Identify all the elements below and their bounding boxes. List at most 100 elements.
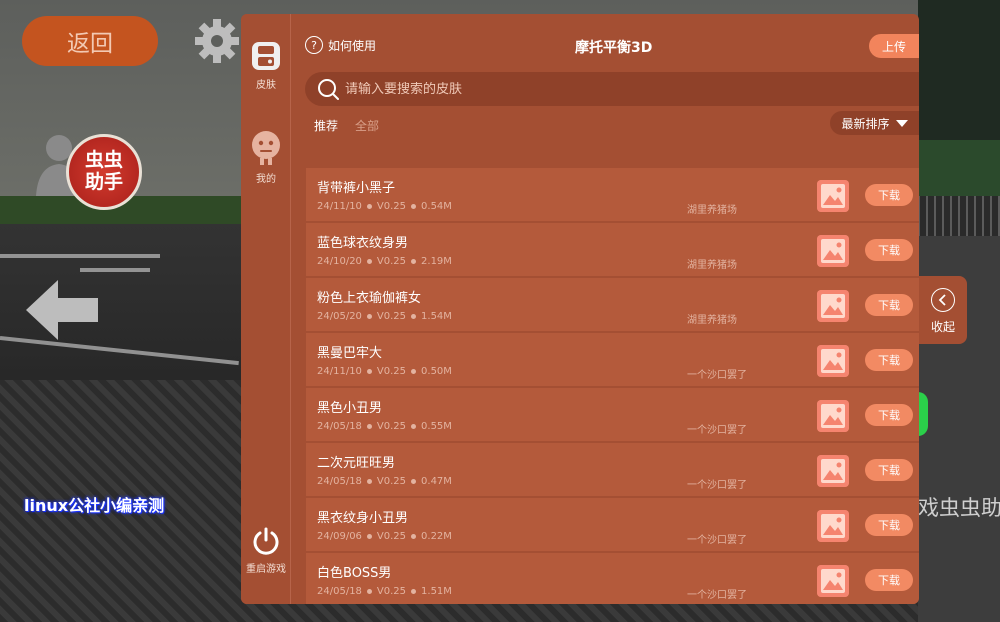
skin-date: 24/11/10 <box>317 366 362 377</box>
watermark-text: linux公社小编亲测 <box>24 496 165 515</box>
download-button[interactable]: 下载 <box>865 349 913 371</box>
background-partial-text: 戏虫虫助 <box>918 496 1000 520</box>
separator-dot <box>366 589 372 594</box>
skin-size: 2.19M <box>421 256 452 267</box>
nav-restart[interactable]: 重启游戏 <box>241 526 291 575</box>
separator-dot <box>411 424 417 429</box>
download-button[interactable]: 下载 <box>865 514 913 536</box>
skin-version: V0.25 <box>376 201 407 212</box>
image-icon[interactable] <box>817 290 849 322</box>
image-icon[interactable] <box>817 345 849 377</box>
separator-dot <box>411 589 417 594</box>
logo-line-2: 助手 <box>84 171 123 193</box>
skin-panel: 皮肤 我的 重启游戏 ? 如何使用 摩托平衡3D 上传 请输入要搜索的皮肤 推荐… <box>241 14 919 604</box>
skin-name: 二次元旺旺男 <box>317 456 396 471</box>
search-bar[interactable] <box>305 72 919 106</box>
image-icon[interactable] <box>817 400 849 432</box>
separator-dot <box>366 204 372 209</box>
skin-version: V0.25 <box>376 586 407 597</box>
search-input[interactable] <box>345 81 865 97</box>
download-button[interactable]: 下载 <box>865 239 913 261</box>
help-link[interactable]: ? 如何使用 <box>305 36 376 54</box>
nav-mine-label: 我的 <box>256 174 276 185</box>
skin-date: 24/05/18 <box>317 476 362 487</box>
list-item[interactable]: 蓝色球衣纹身男 24/10/20 V0.25 2.19M 湖里养猪场 下载 <box>306 223 919 276</box>
download-button[interactable]: 下载 <box>865 294 913 316</box>
skin-meta: 24/05/18 V0.25 0.47M <box>317 476 452 487</box>
image-icon[interactable] <box>817 510 849 542</box>
skin-author: 一个沙口罢了 <box>687 425 747 436</box>
skin-author: 一个沙口罢了 <box>687 590 747 601</box>
search-icon <box>318 79 339 100</box>
logo-line-1: 虫虫 <box>84 149 123 171</box>
separator-dot <box>411 369 417 374</box>
skin-version: V0.25 <box>376 311 407 322</box>
skin-meta: 24/05/20 V0.25 1.54M <box>317 311 452 322</box>
separator-dot <box>366 424 372 429</box>
sort-dropdown[interactable]: 最新排序 <box>830 111 919 135</box>
download-button[interactable]: 下载 <box>865 184 913 206</box>
skin-author: 湖里养猪场 <box>687 315 737 326</box>
skin-name: 蓝色球衣纹身男 <box>317 236 409 251</box>
download-button[interactable]: 下载 <box>865 404 913 426</box>
nav-skin-label: 皮肤 <box>256 80 276 91</box>
list-item[interactable]: 粉色上衣瑜伽裤女 24/05/20 V0.25 1.54M 湖里养猪场 下载 <box>306 278 919 331</box>
list-item[interactable]: 白色BOSS男 24/05/18 V0.25 1.51M 一个沙口罢了 下载 <box>306 553 919 604</box>
download-button[interactable]: 下载 <box>865 569 913 591</box>
nav-mine[interactable]: 我的 <box>241 130 291 185</box>
sort-label: 最新排序 <box>841 116 890 131</box>
list-item[interactable]: 背带裤小黑子 24/11/10 V0.25 0.54M 湖里养猪场 下载 <box>306 168 919 221</box>
road-line <box>0 254 160 258</box>
power-icon <box>253 527 279 555</box>
back-button[interactable]: 返回 <box>22 16 158 66</box>
skin-size: 0.54M <box>421 201 452 212</box>
image-icon[interactable] <box>817 455 849 487</box>
collapse-button[interactable]: 收起 <box>919 276 967 344</box>
skin-size: 1.51M <box>421 586 452 597</box>
skin-meta: 24/11/10 V0.25 0.50M <box>317 366 452 377</box>
list-item[interactable]: 二次元旺旺男 24/05/18 V0.25 0.47M 一个沙口罢了 下载 <box>306 443 919 496</box>
face-icon <box>252 131 280 165</box>
chongchong-logo[interactable]: 虫虫 助手 <box>66 134 142 210</box>
list-item[interactable]: 黑色小丑男 24/05/18 V0.25 0.55M 一个沙口罢了 下载 <box>306 388 919 441</box>
skin-meta: 24/10/20 V0.25 2.19M <box>317 256 452 267</box>
gear-icon[interactable] <box>192 16 242 66</box>
skin-author: 湖里养猪场 <box>687 260 737 271</box>
image-icon[interactable] <box>817 565 849 597</box>
skin-size: 0.22M <box>421 531 452 542</box>
panel-header: ? 如何使用 摩托平衡3D 上传 <box>305 34 919 58</box>
help-label: 如何使用 <box>328 38 377 53</box>
skin-name: 白色BOSS男 <box>317 566 392 581</box>
game-title: 摩托平衡3D <box>575 40 653 56</box>
skin-name: 黑色小丑男 <box>317 401 383 416</box>
list-item[interactable]: 黑衣纹身小丑男 24/09/06 V0.25 0.22M 一个沙口罢了 下载 <box>306 498 919 551</box>
upload-button[interactable]: 上传 <box>869 34 919 58</box>
tab-recommended[interactable]: 推荐 <box>314 117 338 134</box>
skin-size: 1.54M <box>421 311 452 322</box>
skin-date: 24/10/20 <box>317 256 362 267</box>
separator-dot <box>411 204 417 209</box>
fence <box>918 196 1000 236</box>
separator-dot <box>366 369 372 374</box>
skin-version: V0.25 <box>376 366 407 377</box>
skin-size: 0.55M <box>421 421 452 432</box>
image-icon[interactable] <box>817 235 849 267</box>
skin-version: V0.25 <box>376 476 407 487</box>
skin-author: 一个沙口罢了 <box>687 535 747 546</box>
separator-dot <box>411 259 417 264</box>
nav-skin[interactable]: 皮肤 <box>241 40 291 91</box>
caret-down-icon <box>895 119 908 127</box>
road-line <box>80 268 150 272</box>
separator-dot <box>411 534 417 539</box>
tab-all[interactable]: 全部 <box>355 117 379 134</box>
panel-sidebar: 皮肤 我的 重启游戏 <box>241 14 291 604</box>
separator-dot <box>411 314 417 319</box>
collapse-label: 收起 <box>930 320 955 334</box>
skin-version: V0.25 <box>376 256 407 267</box>
left-arrow-icon[interactable] <box>24 278 100 342</box>
nav-restart-label: 重启游戏 <box>246 564 286 575</box>
download-button[interactable]: 下载 <box>865 459 913 481</box>
list-item[interactable]: 黑曼巴牢大 24/11/10 V0.25 0.50M 一个沙口罢了 下载 <box>306 333 919 386</box>
trees <box>918 140 1000 200</box>
image-icon[interactable] <box>817 180 849 212</box>
